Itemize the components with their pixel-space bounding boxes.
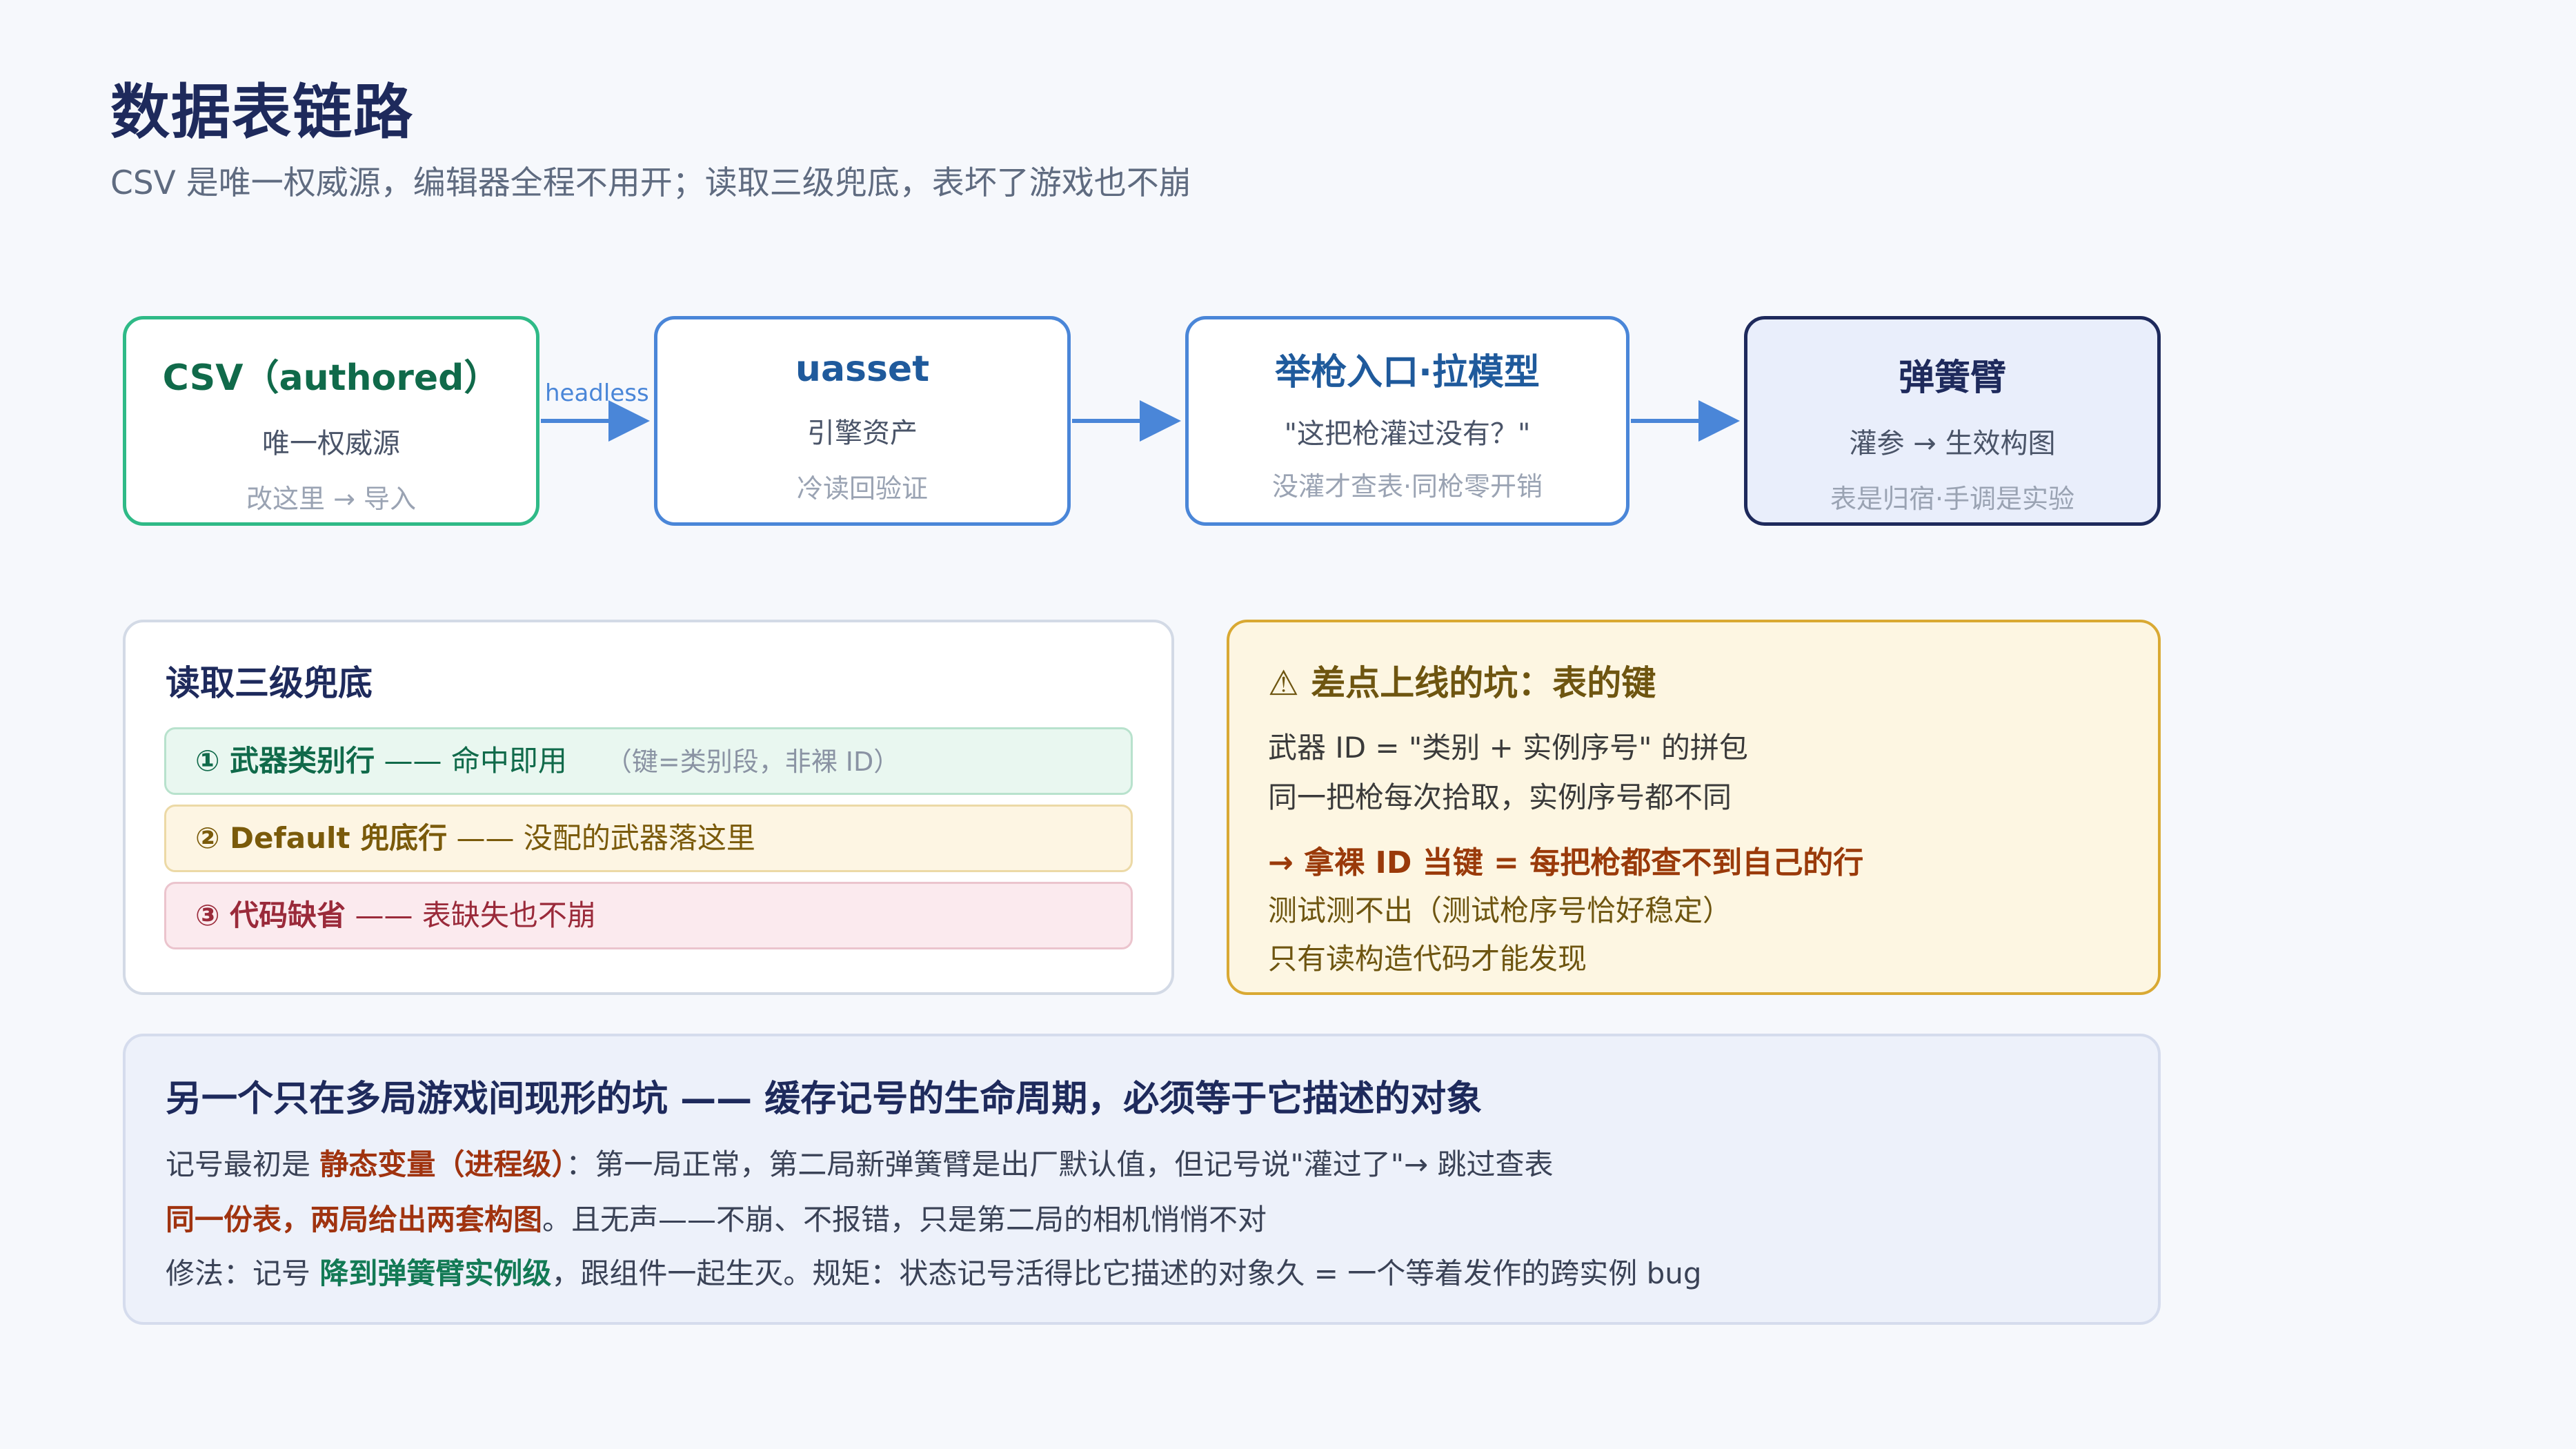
warning-icon: ⚠: [1268, 663, 1299, 703]
lifecycle-line-2: 同一份表，两局给出两套构图。且无声——不崩、不报错，只是第二局的相机悄悄不对: [166, 1196, 1267, 1239]
highlight: 同一份表，两局给出两套构图: [166, 1203, 543, 1236]
node-subtitle: 引擎资产: [807, 417, 918, 449]
lifecycle-line-1: 记号最初是 静态变量（进程级）：第一局正常，第二局新弹簧臂是出厂默认值，但记号说…: [166, 1141, 1554, 1183]
text: 。且无声——不崩、不报错，只是第二局的相机悄悄不对: [542, 1203, 1267, 1236]
node-note: 改这里 → 导入: [246, 484, 416, 514]
pitfall-conclusion: → 拿裸 ID 当键 = 每把枪都查不到自己的行: [1268, 845, 1864, 880]
pitfall-line: 武器 ID = "类别 + 实例序号" 的拼包: [1268, 731, 1748, 765]
row-key: ③ 代码缺省: [195, 898, 346, 932]
node-uasset: uasset 引擎资产 冷读回验证: [654, 316, 1071, 526]
node-title: uasset: [795, 348, 930, 390]
pitfall-line: 只有读构造代码才能发现: [1268, 942, 1587, 976]
row-desc: —— 没配的武器落这里: [447, 821, 755, 855]
text: 修法：记号: [166, 1256, 320, 1290]
pitfall-line: 同一把枪每次拾取，实例序号都不同: [1268, 780, 1732, 814]
text: ：第一局正常，第二局新弹簧臂是出厂默认值，但记号说"灌过了"→ 跳过查表: [566, 1147, 1554, 1181]
pitfall-line: 测试测不出（测试枪序号恰好稳定）: [1268, 894, 1732, 927]
lifecycle-line-3: 修法：记号 降到弹簧臂实例级，跟组件一起生灭。规矩：状态记号活得比它描述的对象久…: [166, 1250, 1702, 1292]
highlight: 降到弹簧臂实例级: [319, 1256, 552, 1290]
node-title: 举枪入口·拉模型: [1275, 352, 1540, 393]
node-note: 冷读回验证: [796, 473, 928, 504]
row-desc: —— 表缺失也不崩: [346, 898, 596, 932]
row-key: ① 武器类别行: [195, 744, 375, 778]
node-weapon-entry: 举枪入口·拉模型 "这把枪灌过没有？" 没灌才查表·同枪零开销: [1185, 316, 1629, 526]
edge-label-headless: headless: [545, 379, 649, 407]
node-note: 没灌才查表·同枪零开销: [1271, 471, 1543, 502]
fallback-row-default: ② Default 兜底行 —— 没配的武器落这里: [164, 805, 1133, 872]
row-desc: —— 命中即用: [375, 744, 567, 778]
text: ，跟组件一起生灭。规矩：状态记号活得比它描述的对象久 = 一个等着发作的跨实例 …: [551, 1256, 1702, 1290]
node-subtitle: "这把枪灌过没有？": [1284, 418, 1531, 450]
fallback-row-category: ① 武器类别行 —— 命中即用 （键=类别段，非裸 ID）: [164, 727, 1133, 795]
node-title: CSV（authored）: [162, 357, 500, 399]
pitfall-title-text: 差点上线的坑：表的键: [1311, 663, 1656, 703]
node-spring-arm: 弹簧臂 灌参 → 生效构图 表是归宿·手调是实验: [1744, 316, 2161, 526]
node-csv: CSV（authored） 唯一权威源 改这里 → 导入: [123, 316, 539, 526]
node-subtitle: 灌参 → 生效构图: [1849, 428, 2056, 460]
lifecycle-title: 另一个只在多局游戏间现形的坑 —— 缓存记号的生命周期，必须等于它描述的对象: [166, 1078, 1483, 1120]
highlight: 静态变量（进程级）: [319, 1147, 566, 1181]
fallback-row-code-default: ③ 代码缺省 —— 表缺失也不崩: [164, 882, 1133, 949]
node-title: 弹簧臂: [1898, 357, 2006, 399]
node-note: 表是归宿·手调是实验: [1830, 484, 2075, 514]
pitfall-title: ⚠ 差点上线的坑：表的键: [1268, 656, 1656, 705]
text: 记号最初是: [166, 1147, 320, 1181]
row-note: （键=类别段，非裸 ID）: [605, 747, 900, 777]
node-subtitle: 唯一权威源: [262, 428, 400, 460]
row-key: ② Default 兜底行: [195, 821, 448, 855]
fallback-title: 读取三级兜底: [166, 663, 373, 703]
